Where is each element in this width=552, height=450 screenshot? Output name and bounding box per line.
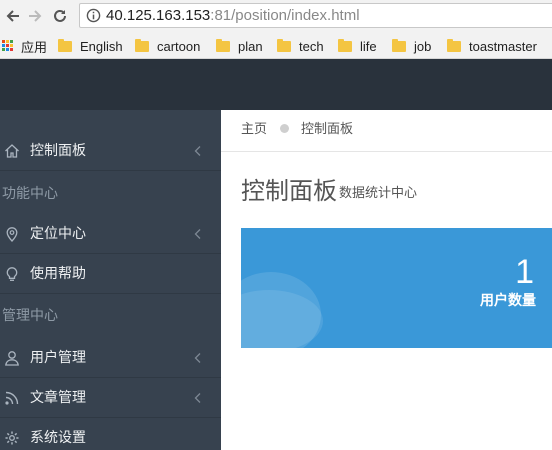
sidebar-item-dashboard[interactable]: 控制面板	[0, 131, 221, 171]
sidebar: 控制面板 功能中心 定位中心 使用帮助 管理中心 用户管理 文章管理 系统设置	[0, 110, 221, 450]
sidebar-section-label: 管理中心	[2, 308, 58, 324]
sidebar-section-label: 功能中心	[2, 186, 58, 202]
page-subtitle: 数据统计中心	[339, 186, 418, 201]
bookmark-label: life	[360, 38, 377, 54]
bookmarks-bar: 应用 English cartoon plan tech life job to…	[0, 33, 552, 59]
chevron-left-icon	[194, 353, 201, 363]
reload-button[interactable]	[51, 7, 69, 25]
breadcrumb-separator-dot	[280, 124, 289, 133]
url-text: 40.125.163.153:81/position/index.html	[106, 7, 360, 25]
folder-icon	[338, 38, 352, 52]
page-title: 控制面板	[241, 177, 337, 205]
chevron-left-icon	[194, 146, 201, 156]
chevron-left-icon	[194, 393, 201, 403]
map-pin-icon	[6, 227, 18, 242]
user-icon	[5, 351, 19, 366]
bookmark-label: plan	[238, 38, 263, 54]
sidebar-item-article-management[interactable]: 文章管理	[0, 378, 221, 418]
bookmark-label: cartoon	[157, 38, 201, 54]
bookmark-cartoon[interactable]: cartoon	[135, 37, 200, 55]
bookmark-job[interactable]: job	[392, 37, 431, 55]
url-host: 40.125.163.153	[106, 7, 211, 24]
url-path: :81/position/index.html	[210, 7, 360, 24]
breadcrumb-home-link[interactable]: 主页	[241, 122, 267, 138]
folder-icon	[392, 38, 406, 52]
sidebar-item-user-management[interactable]: 用户管理	[0, 338, 221, 378]
app-header	[0, 59, 552, 110]
forward-button[interactable]	[26, 7, 44, 25]
folder-icon	[447, 38, 461, 52]
bookmark-plan[interactable]: plan	[216, 37, 263, 55]
folder-icon	[135, 38, 149, 52]
rss-icon	[5, 391, 19, 405]
arrow-right-icon	[29, 10, 42, 22]
bookmark-toastmaster[interactable]: toastmaster	[447, 37, 537, 55]
bookmark-label: 应用	[21, 39, 48, 55]
bookmark-label: English	[80, 38, 123, 54]
sidebar-item-label: 用户管理	[30, 350, 86, 366]
chevron-left-icon	[194, 229, 201, 239]
bookmark-label: tech	[299, 38, 324, 54]
sidebar-item-label: 使用帮助	[30, 266, 86, 282]
lightbulb-icon	[6, 267, 18, 281]
stat-value: 1	[515, 253, 534, 291]
sidebar-item-system-settings[interactable]: 系统设置	[0, 418, 221, 450]
sidebar-item-label: 文章管理	[30, 390, 86, 406]
stat-label: 用户数量	[480, 293, 536, 309]
main-content: 主页 控制面板 控制面板 数据统计中心 1 用户数量	[221, 110, 552, 450]
sidebar-section-management-center: 管理中心	[0, 296, 221, 336]
arrow-left-icon	[6, 10, 19, 22]
apps-grid-icon	[2, 40, 14, 52]
back-button[interactable]	[4, 7, 22, 25]
sidebar-item-label: 系统设置	[30, 430, 86, 446]
bookmark-label: job	[414, 38, 432, 54]
breadcrumb: 主页 控制面板	[221, 110, 552, 152]
breadcrumb-current: 控制面板	[301, 122, 354, 137]
gear-icon	[5, 431, 19, 445]
bookmark-english[interactable]: English	[58, 37, 123, 55]
reload-icon	[54, 9, 66, 22]
bookmark-life[interactable]: life	[338, 37, 377, 55]
folder-icon	[277, 38, 291, 52]
folder-icon	[216, 38, 230, 52]
sidebar-item-positioning[interactable]: 定位中心	[0, 214, 221, 254]
stat-card-user-count[interactable]: 1 用户数量	[241, 228, 552, 348]
folder-icon	[58, 38, 72, 52]
address-bar[interactable]: 40.125.163.153:81/position/index.html	[79, 3, 552, 28]
sidebar-item-help[interactable]: 使用帮助	[0, 254, 221, 294]
bookmark-tech[interactable]: tech	[277, 37, 324, 55]
home-icon	[5, 144, 19, 158]
sidebar-item-label: 定位中心	[30, 226, 86, 242]
info-icon[interactable]	[86, 8, 101, 23]
bookmark-apps[interactable]: 应用	[2, 37, 47, 55]
sidebar-section-function-center: 功能中心	[0, 174, 221, 214]
browser-toolbar: 40.125.163.153:81/position/index.html	[0, 0, 552, 33]
sidebar-item-label: 控制面板	[30, 143, 86, 159]
bookmark-label: toastmaster	[469, 38, 537, 54]
